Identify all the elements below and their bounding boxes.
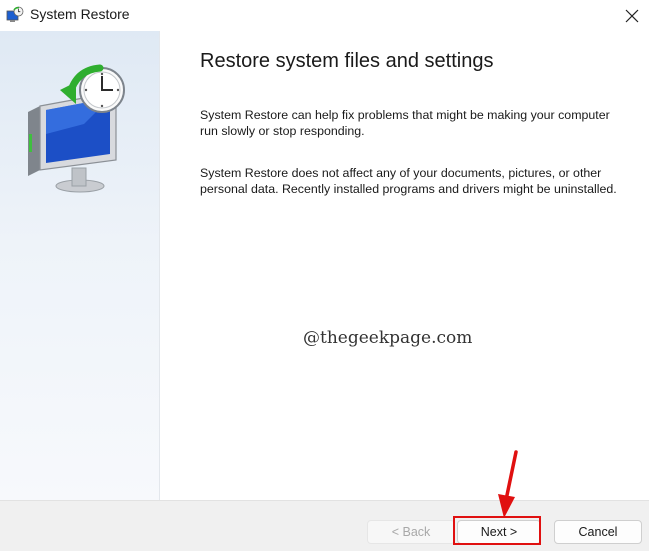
close-icon: [625, 9, 639, 22]
description-paragraph-1: System Restore can help fix problems tha…: [200, 108, 610, 138]
button-bar: [0, 500, 649, 551]
description-paragraph-2: System Restore does not affect any of yo…: [200, 166, 617, 196]
close-button[interactable]: [615, 0, 649, 31]
sidebar-panel: [0, 31, 160, 500]
back-button: < Back: [367, 520, 455, 544]
system-restore-icon: [6, 6, 24, 22]
page-heading: Restore system files and settings: [200, 50, 494, 72]
watermark-text: @thegeekpage.com: [303, 328, 473, 348]
cancel-button[interactable]: Cancel: [554, 520, 642, 544]
window-title: System Restore: [30, 6, 130, 22]
title-bar: System Restore: [0, 0, 649, 31]
annotation-arrow-icon: [498, 450, 518, 518]
system-restore-illustration: [28, 64, 125, 193]
next-button-highlight: [453, 516, 541, 545]
